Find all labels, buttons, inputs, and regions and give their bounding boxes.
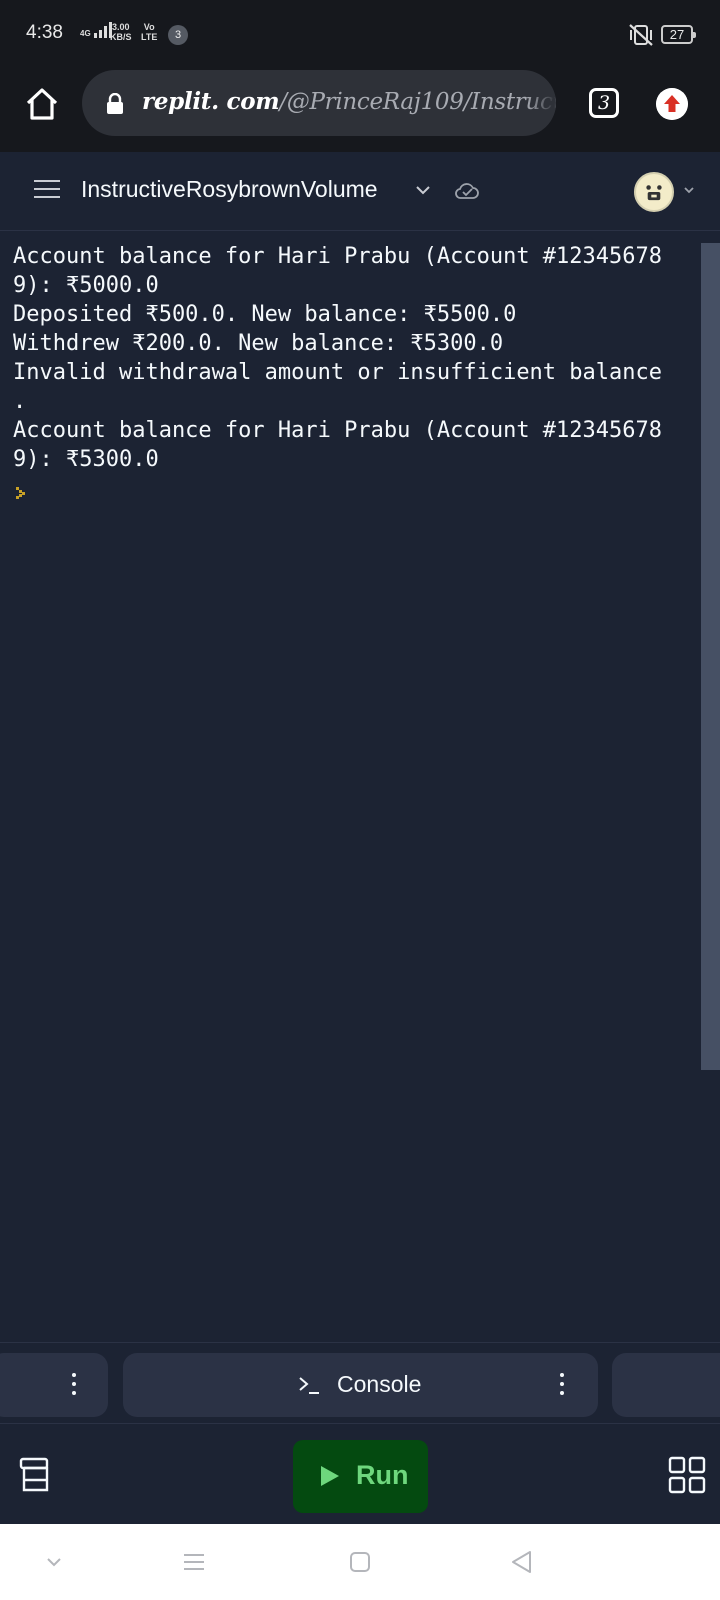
tab-console-label: Console [337,1371,422,1397]
console-line: Invalid withdrawal amount or insufficien… [13,360,663,385]
network-type: 4G [80,29,91,38]
cloud-check-icon[interactable] [454,179,480,201]
grid-icon[interactable] [668,1456,706,1494]
console-line: 9): ₹5000.0 [13,273,159,298]
more-vertical-icon[interactable] [71,1373,77,1397]
tabs-icon[interactable]: 3 [589,88,619,118]
terminal-icon [299,1377,319,1394]
volte-indicator: Vo LTE [141,22,157,42]
address-bar[interactable]: replit. com/@PrinceRaj109/InstructiveRo [82,70,556,136]
chevron-down-icon[interactable] [414,182,432,198]
console-output-area[interactable]: Account balance for Hari Prabu (Account … [0,232,720,1342]
status-time: 4:38 [26,22,63,43]
lock-icon [107,93,123,114]
speed-value: 3.00 [111,22,130,32]
bottom-toolbar: Run [0,1424,720,1524]
url-text: replit. com/@PrinceRaj109/InstructiveRo [142,88,556,115]
tab-previous[interactable] [0,1353,108,1417]
network-speed: 3.00 KB/S [110,22,132,42]
mute-vibrate-icon [629,24,653,46]
home-icon[interactable] [24,86,60,122]
more-vertical-icon[interactable] [559,1373,565,1397]
chevron-down-icon[interactable] [40,1548,68,1576]
repl-name[interactable]: InstructiveRosybrownVolume [81,176,378,203]
url-path: /@PrinceRaj109/InstructiveRo [279,89,556,115]
panel-tab-bar: Console [0,1342,720,1424]
console-line: . [13,389,27,414]
status-bar: 4:38 4G 3.00 KB/S Vo LTE 3 27 [0,0,720,70]
signal-icon: 4G [80,22,112,38]
run-button[interactable]: Run [293,1440,428,1513]
browser-toolbar: replit. com/@PrinceRaj109/InstructiveRo … [0,70,720,152]
url-domain: replit. com [142,88,280,115]
notification-badge: 3 [168,25,188,45]
update-icon[interactable] [656,88,688,120]
url-fade [526,70,556,136]
tab-next[interactable] [612,1353,720,1417]
chevron-down-icon[interactable] [683,185,695,195]
volte-top: Vo [143,22,155,32]
console-line: Withdrew ₹200.0. New balance: ₹5300.0 [13,331,504,356]
run-label: Run [356,1460,409,1490]
console-line: Account balance for Hari Prabu (Account … [13,418,663,443]
play-icon [321,1466,339,1486]
volte-bottom: LTE [141,32,158,42]
prompt-icon [16,487,25,499]
speed-unit: KB/S [110,32,132,42]
back-icon[interactable] [508,1548,536,1576]
tab-console[interactable]: Console [123,1353,598,1417]
recents-icon[interactable] [180,1548,208,1576]
home-nav-icon[interactable] [346,1548,374,1576]
files-icon[interactable] [18,1456,50,1494]
system-nav-bar [0,1524,720,1600]
hamburger-menu-icon[interactable] [34,180,60,202]
console-line: Account balance for Hari Prabu (Account … [13,244,663,269]
console-scrollbar[interactable] [701,243,720,1070]
console-line: Deposited ₹500.0. New balance: ₹5500.0 [13,302,517,327]
console-output: Account balance for Hari Prabu (Account … [13,242,703,474]
battery-icon: 27 [661,25,696,44]
avatar[interactable] [634,172,674,212]
repl-header: InstructiveRosybrownVolume [0,152,720,231]
console-line: 9): ₹5300.0 [13,447,159,472]
